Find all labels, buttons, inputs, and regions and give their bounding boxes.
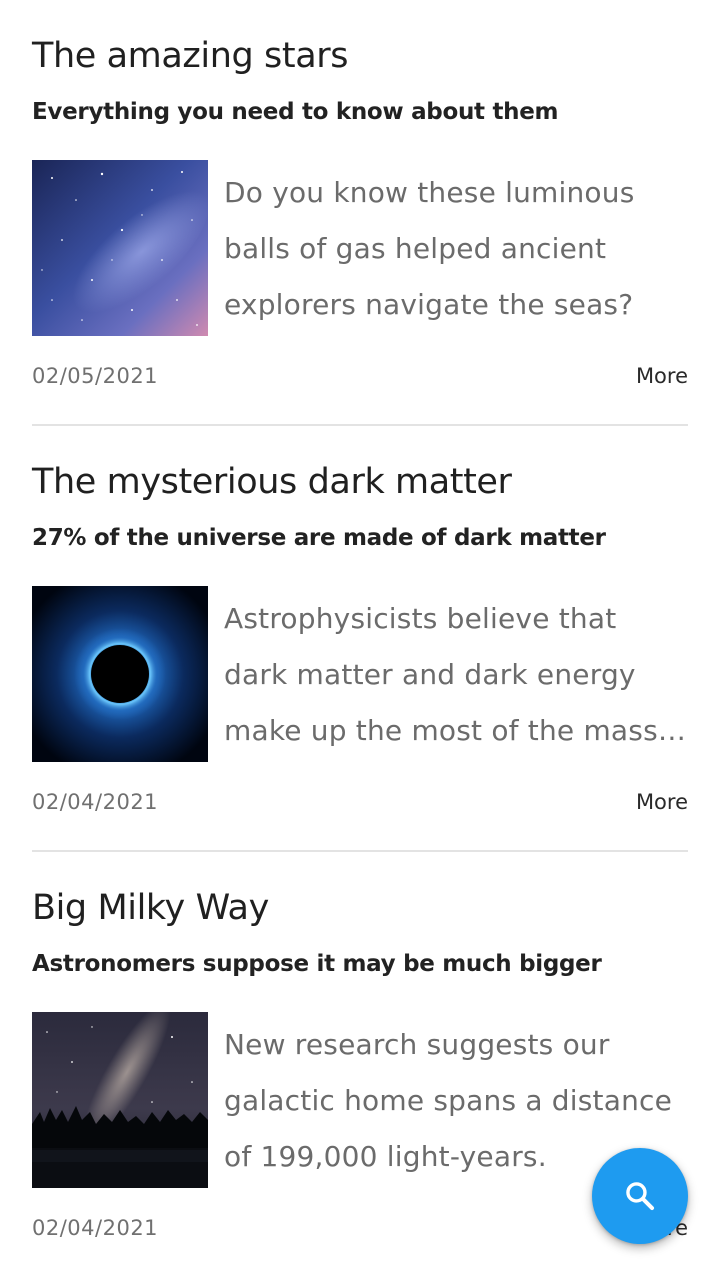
article-title: The amazing stars bbox=[32, 36, 349, 76]
black-hole-image[interactable] bbox=[32, 586, 208, 762]
divider bbox=[32, 424, 688, 426]
starry-sky-image[interactable] bbox=[32, 160, 208, 336]
search-fab-button[interactable] bbox=[592, 1148, 688, 1244]
article-title: Big Milky Way bbox=[32, 888, 269, 928]
excerpt-line: balls of gas helped ancient bbox=[224, 232, 607, 265]
news-feed: The amazing stars Everything you need to… bbox=[0, 0, 720, 1280]
article-subtitle: Everything you need to know about them bbox=[32, 99, 559, 125]
more-link[interactable]: More bbox=[636, 362, 688, 390]
more-link[interactable]: More bbox=[636, 788, 688, 816]
excerpt-line: make up the most of the mass… bbox=[224, 714, 687, 747]
excerpt-line: dark matter and dark energy bbox=[224, 658, 636, 691]
excerpt-line: explorers navigate the seas? bbox=[224, 288, 634, 321]
article-date: 02/04/2021 bbox=[32, 1216, 159, 1240]
article-subtitle: Astronomers suppose it may be much bigge… bbox=[32, 951, 602, 977]
excerpt-line: Do you know these luminous bbox=[224, 176, 635, 209]
article-excerpt: Astrophysicists believe that dark matter… bbox=[224, 591, 688, 759]
article-date: 02/05/2021 bbox=[32, 364, 159, 388]
excerpt-line: New research suggests our bbox=[224, 1028, 610, 1061]
search-icon bbox=[626, 1182, 655, 1211]
divider bbox=[32, 850, 688, 852]
milky-way-image[interactable] bbox=[32, 1012, 208, 1188]
article-date: 02/04/2021 bbox=[32, 790, 159, 814]
article-title: The mysterious dark matter bbox=[32, 462, 512, 502]
article-excerpt: Do you know these luminous balls of gas … bbox=[224, 165, 688, 333]
article-subtitle: 27% of the universe are made of dark mat… bbox=[32, 525, 606, 551]
excerpt-line: Astrophysicists believe that bbox=[224, 602, 617, 635]
excerpt-line: galactic home spans a distance bbox=[224, 1084, 673, 1117]
